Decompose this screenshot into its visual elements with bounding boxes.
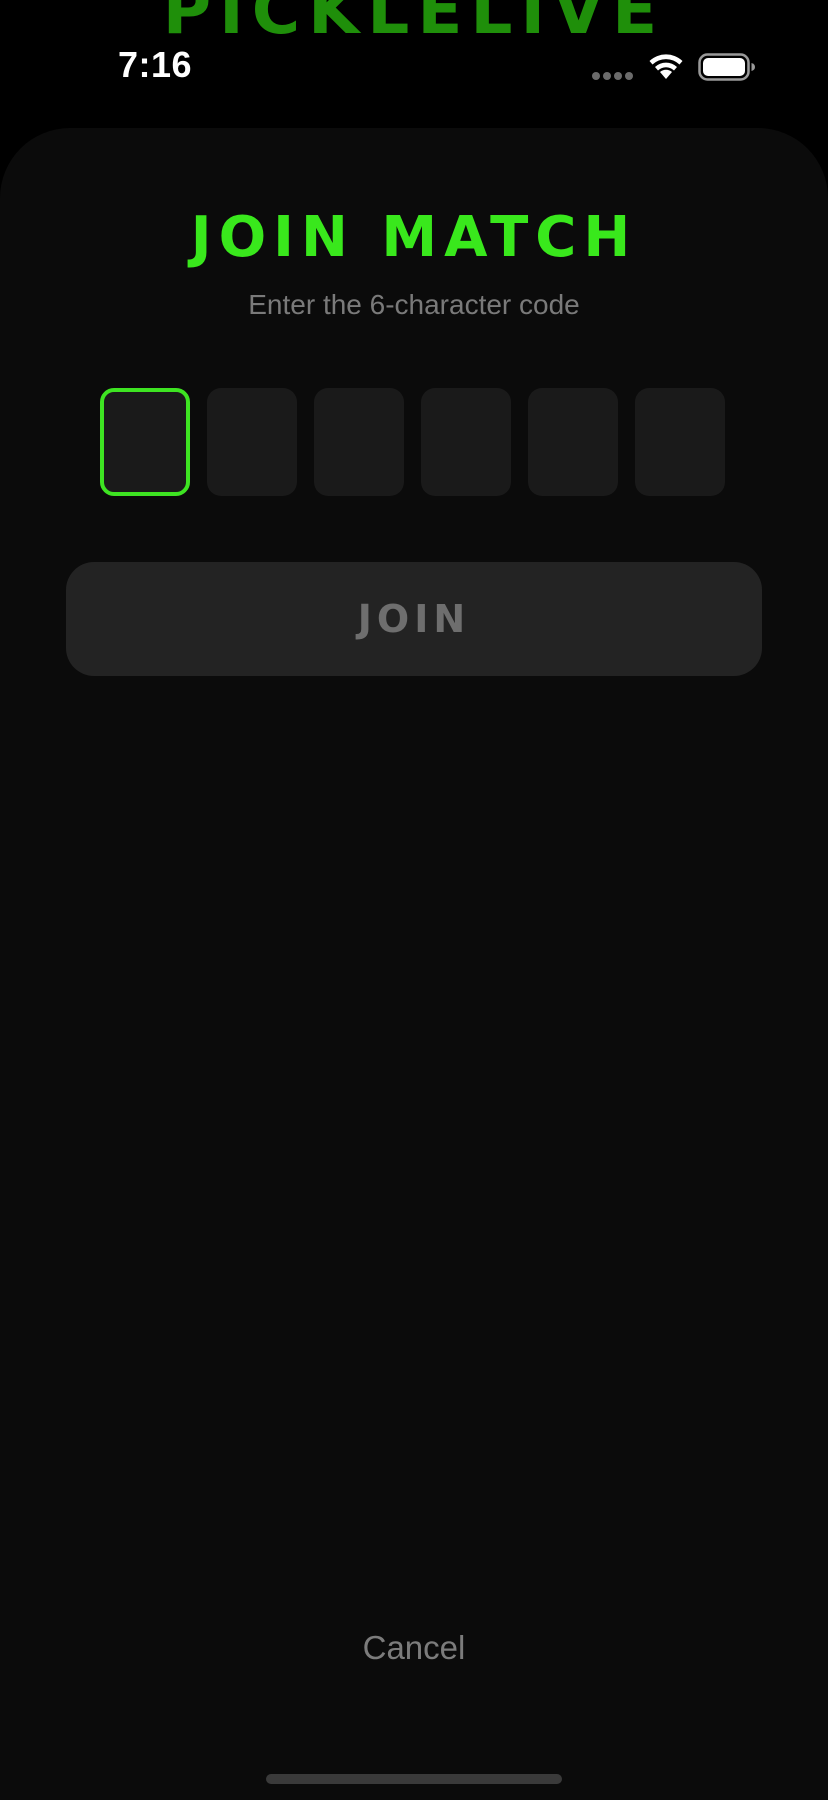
code-input-row [100, 388, 728, 496]
page-title: JOIN MATCH [190, 205, 638, 270]
home-indicator[interactable] [266, 1774, 562, 1784]
join-button-label: JOIN [357, 597, 471, 641]
signal-dots-icon [592, 72, 634, 80]
battery-icon [698, 53, 755, 81]
code-digit-box-6[interactable] [635, 388, 725, 496]
code-digit-box-3[interactable] [314, 388, 404, 496]
page-subtitle: Enter the 6-character code [248, 289, 580, 320]
code-digit-box-5[interactable] [528, 388, 618, 496]
join-button[interactable]: JOIN [66, 562, 762, 676]
code-digit-box-2[interactable] [207, 388, 297, 496]
status-bar: 7:16 [0, 0, 828, 120]
wifi-icon [649, 54, 683, 79]
cancel-button[interactable]: Cancel [314, 1624, 514, 1672]
status-time: 7:16 [118, 44, 193, 85]
join-match-sheet [0, 128, 828, 1800]
code-digit-box-1[interactable] [100, 388, 190, 496]
code-digit-box-4[interactable] [421, 388, 511, 496]
